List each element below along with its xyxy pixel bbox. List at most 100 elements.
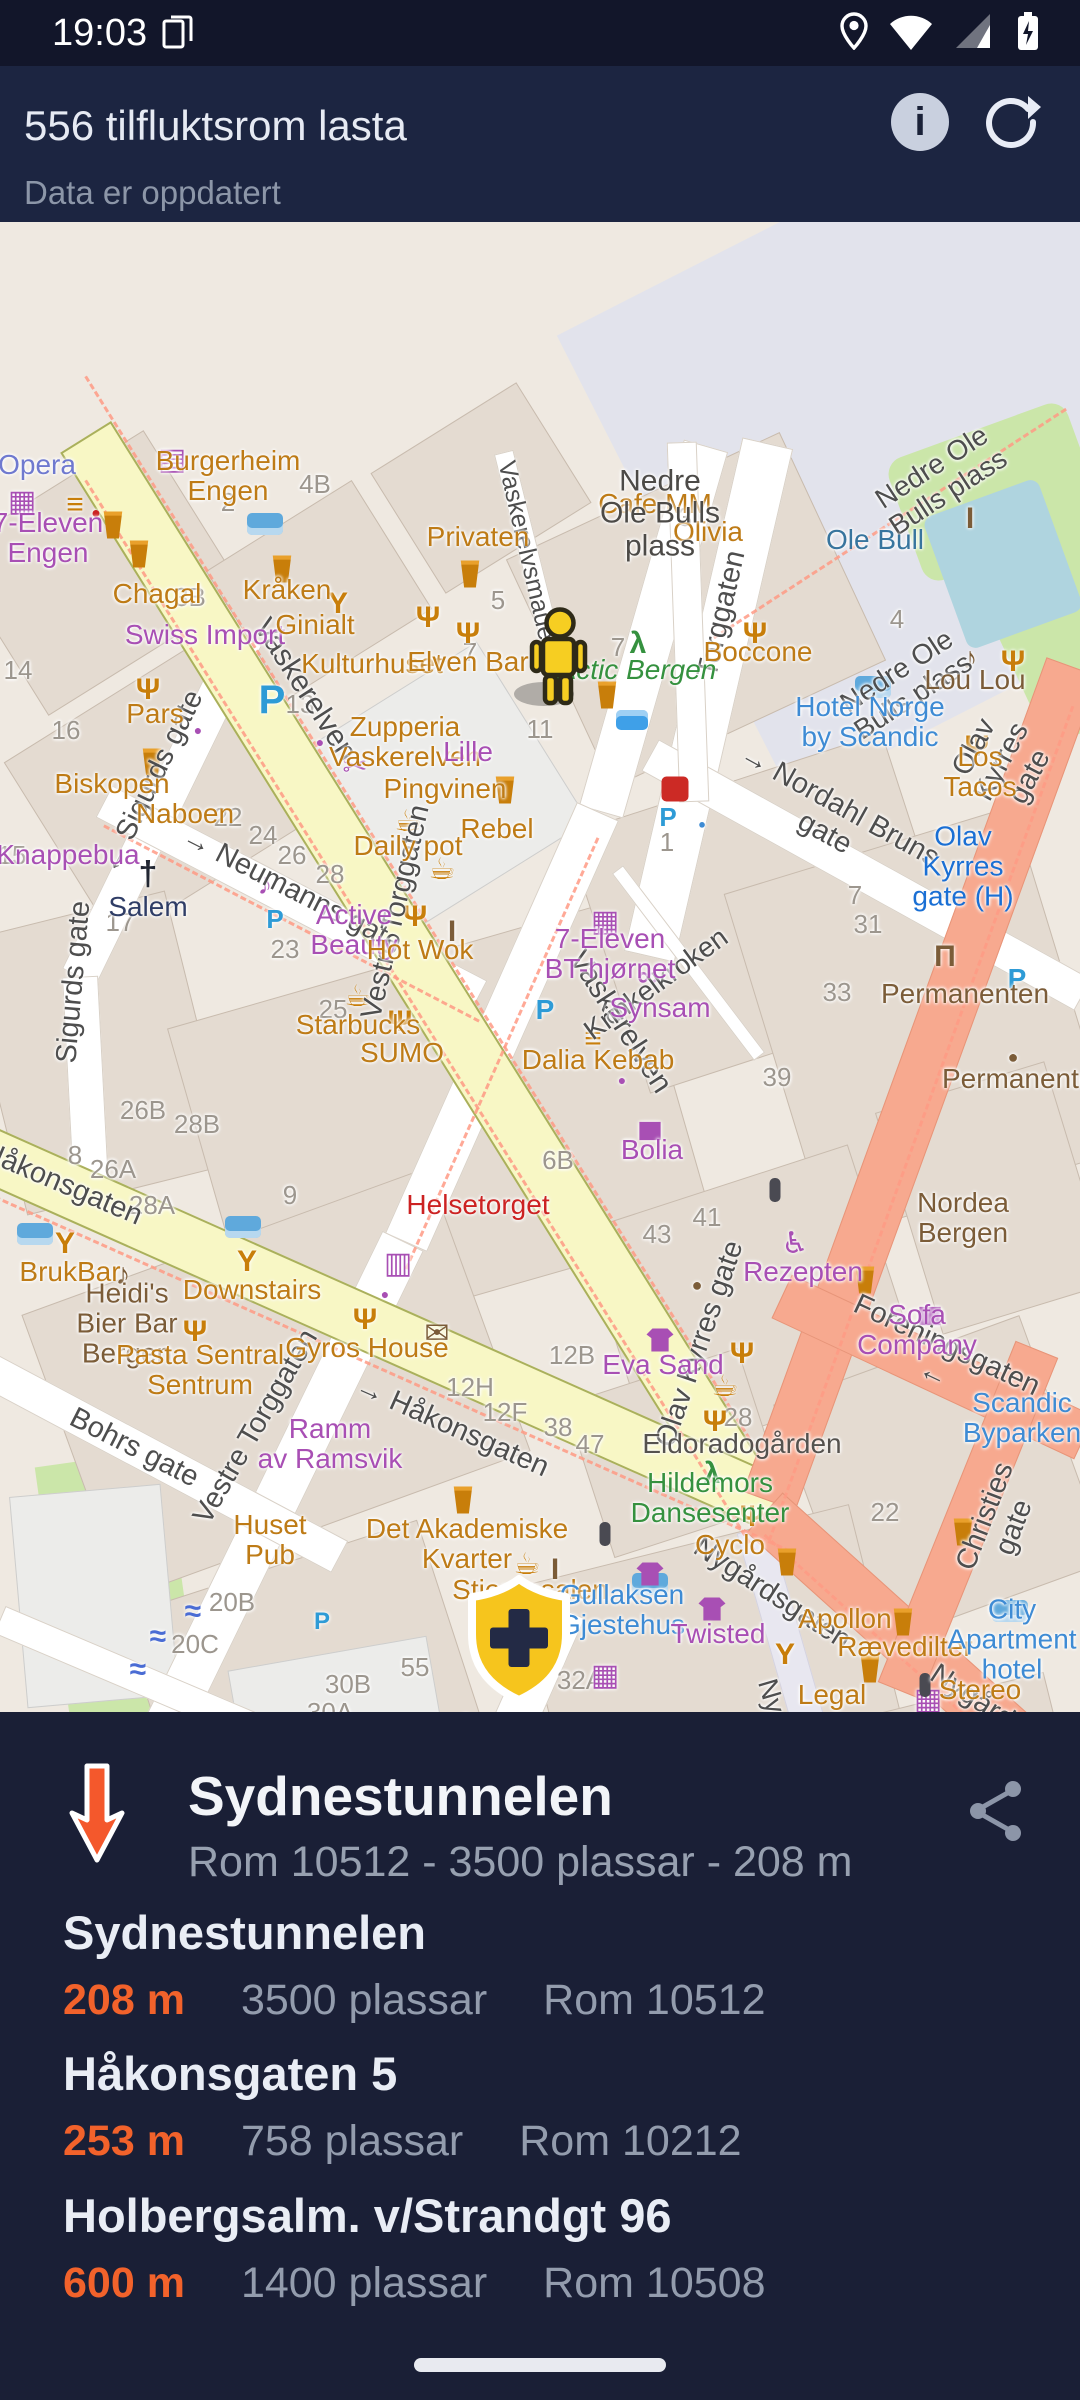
shelter-room: Rom 10512 (543, 1976, 765, 2025)
poi-label: Lou Lou (924, 665, 1025, 695)
clock: 19:03 (52, 12, 147, 55)
poi-label: 7-Eleven BT-hjørnet (545, 924, 676, 984)
poi-glyph-icon: P (314, 1610, 330, 1634)
poi-glyph-icon: ♿ (782, 1229, 809, 1259)
poi-label: Eldoradogården (642, 1429, 841, 1459)
poi-label: Ramm av Ramsvik (258, 1414, 403, 1474)
house-number: 14 (4, 656, 33, 684)
tl-icon (600, 1522, 611, 1546)
house-number: 28B (174, 1110, 220, 1138)
poi-label: Twisted (671, 1619, 766, 1649)
house-number: 28 (724, 1403, 753, 1431)
map[interactable]: VaskerelvenVaskerelvenVaskerelvsmauet← S… (0, 222, 1080, 1712)
shelter-capacity: 758 plassar (241, 2117, 463, 2166)
bed-icon (247, 513, 283, 535)
house-number: 4 (890, 605, 904, 633)
app-screen: 19:03 556 tilfluktsrom lasta Data er opp… (0, 0, 1080, 2400)
poi-label: Bolia (621, 1135, 683, 1165)
house-number: 22 (871, 1498, 900, 1526)
poi-glyph-icon: ● (381, 1287, 389, 1301)
info-button[interactable]: i (888, 90, 952, 154)
house-number: 9 (283, 1181, 297, 1209)
house-number: 38 (544, 1413, 573, 1441)
poi-label: SUMO (360, 1038, 444, 1068)
poi-label: Ole Bull (826, 525, 924, 555)
poi-label: Biskopen (54, 769, 169, 799)
poi-label: Pingvinen (384, 774, 507, 804)
share-button[interactable] (964, 1776, 1028, 1846)
poi-glyph-icon: Y (55, 1229, 75, 1259)
poi-glyph-icon: Ψ (416, 603, 440, 633)
house-number: 26 (278, 841, 307, 869)
bottom-sheet[interactable]: Sydnestunnelen Rom 10512 - 3500 plassar … (0, 1712, 1080, 2400)
shelter-meta: 600 m1400 plassarRom 10508 (63, 2259, 1017, 2308)
poi-label: Rezepten (743, 1257, 863, 1287)
house-number: 24 (249, 821, 278, 849)
poi-label: Rebel (460, 814, 533, 844)
poi-label: Naboen (136, 799, 234, 829)
tl-icon (770, 1178, 781, 1202)
poi-label: Huset Pub (233, 1510, 306, 1570)
poi-label: Hotel Norge by Scandic (795, 692, 944, 752)
poi-glyph-icon: ▥ (384, 1249, 412, 1279)
poi-label: Daily pot (354, 831, 463, 861)
poi-glyph-icon: ● (698, 818, 706, 831)
data-updated-status: Data er oppdatert (24, 174, 281, 212)
poi-label: Starbucks (296, 1010, 421, 1040)
poi-label: Hildemors Dansesenter (631, 1468, 790, 1528)
person-location-marker[interactable] (510, 604, 606, 715)
poi-label: Synsam (609, 993, 710, 1023)
poi-glyph-icon: † (139, 857, 158, 891)
shelter-meta: 208 m3500 plassarRom 10512 (63, 1976, 1017, 2025)
poi-label: Olav Kyrres gate (H) (905, 822, 1022, 913)
location-pin-icon (840, 12, 868, 55)
poi-label: Nedre Ole Bulls plass (600, 465, 720, 562)
wifi-icon (888, 11, 934, 56)
pint-icon (453, 1487, 474, 1514)
poi-glyph-icon: Ψ (730, 1339, 754, 1369)
poi-label: Hot Wok (367, 935, 474, 965)
shelter-shield-marker[interactable] (460, 1572, 578, 1711)
shelter-room: Rom 10508 (543, 2259, 765, 2308)
house-number: 28 (316, 860, 345, 888)
gesture-navigation-pill[interactable] (414, 2358, 666, 2372)
shelter-capacity: 1400 plassar (241, 2259, 487, 2308)
selected-shelter-details: Rom 10512 - 3500 plassar - 208 m (188, 1838, 852, 1887)
poi-label: Los Tacos (930, 742, 1030, 802)
direction-arrow-icon (62, 1760, 132, 1869)
shelter-list-item[interactable]: Håkonsgaten 5253 m758 plassarRom 10212 (63, 2046, 1017, 2166)
poi-glyph-icon: ≈ (130, 1655, 146, 1685)
poi-label: Sofa Company (836, 1300, 999, 1360)
selected-shelter-name: Sydnestunnelen (188, 1764, 613, 1828)
poi-label: Gyros House (285, 1333, 448, 1363)
house-number: 12F (483, 1398, 528, 1426)
selected-shelter-row[interactable]: Sydnestunnelen Rom 10512 - 3500 plassar … (0, 1742, 1080, 1882)
house-number: 41 (693, 1203, 722, 1231)
poi-label: Permanenten (881, 979, 1049, 1009)
poi-label: Cyclo (695, 1530, 765, 1560)
shelter-meta: 253 m758 plassarRom 10212 (63, 2117, 1017, 2166)
house-number: 5 (491, 586, 505, 614)
poi-glyph-icon: P (536, 996, 555, 1024)
poi-label: Permanenten (942, 1064, 1080, 1094)
shelter-list-item[interactable]: Sydnestunnelen208 m3500 plassarRom 10512 (63, 1905, 1017, 2025)
info-icon: i (891, 93, 949, 151)
shelter-name: Holbergsalm. v/Strandgt 96 (63, 2188, 1017, 2243)
shelter-list-item[interactable]: Holbergsalm. v/Strandgt 96600 m1400 plas… (63, 2188, 1017, 2308)
house-number: 11 (527, 715, 554, 743)
house-number: 26A (90, 1155, 136, 1183)
poi-label: Kråken (243, 575, 332, 605)
shelter-room: Rom 10212 (519, 2117, 741, 2166)
house-number: 39 (763, 1063, 792, 1091)
poi-glyph-icon: I (966, 504, 974, 534)
poi-label: Apollon (798, 1604, 891, 1634)
house-number: 43 (643, 1220, 672, 1248)
poi-label: Det Akademiske Kvarter (366, 1514, 568, 1574)
pint-icon (460, 561, 481, 588)
poi-label: Chagal (113, 579, 202, 609)
poi-label: Swiss Import (125, 620, 285, 650)
shelters-loaded-title: 556 tilfluktsrom lasta (24, 102, 407, 150)
poi-label: Privaten (427, 522, 530, 552)
shelter-capacity: 3500 plassar (241, 1976, 487, 2025)
refresh-button[interactable] (980, 90, 1044, 154)
